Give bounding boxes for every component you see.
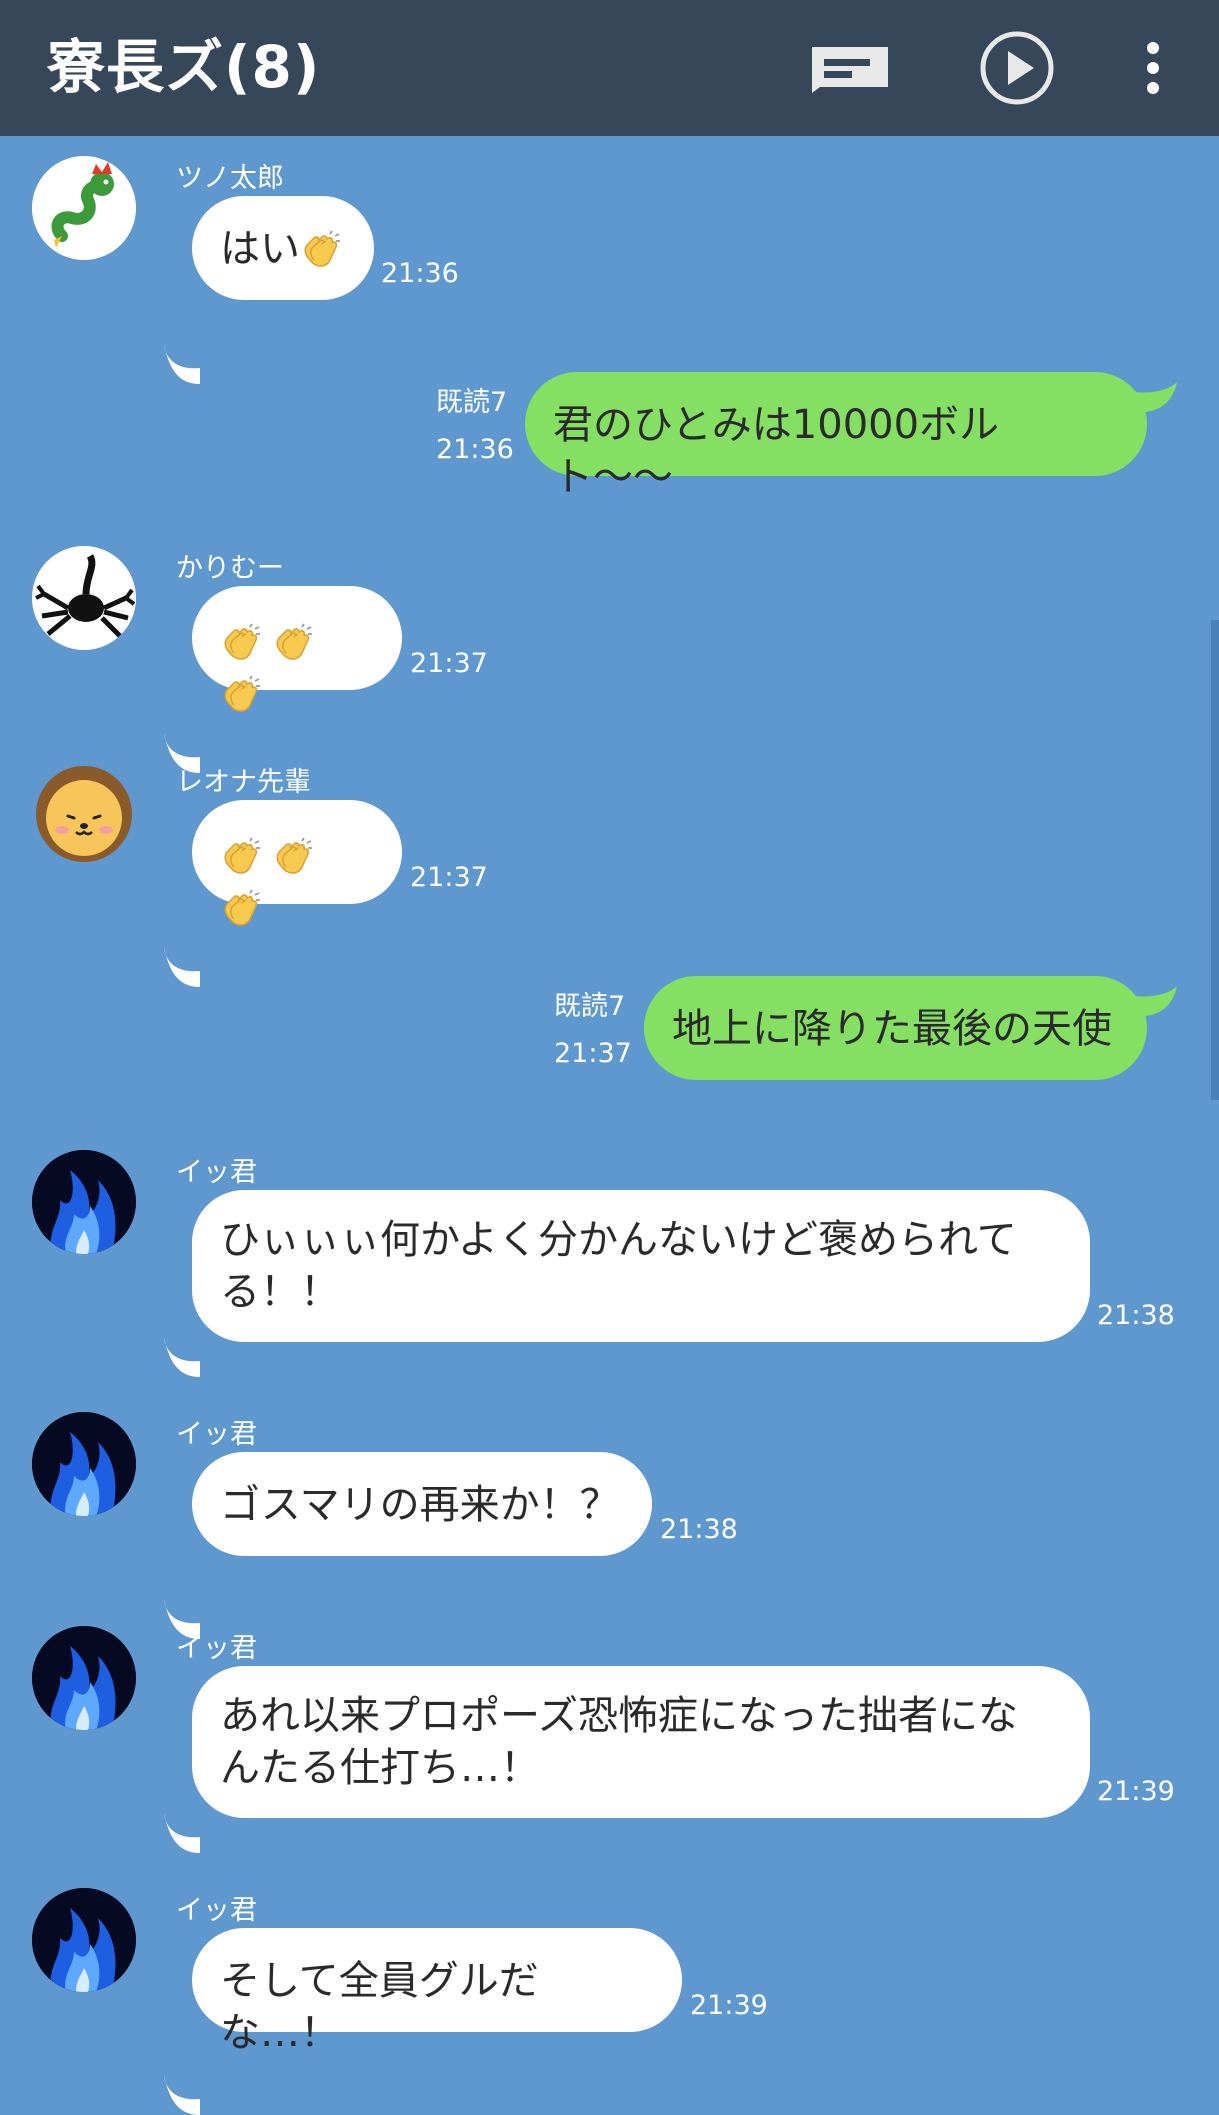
- message-text: 地上に降りた最後の天使: [672, 1006, 1112, 1052]
- clap-emoji: [220, 837, 262, 879]
- sender-name: イッ君: [176, 1419, 257, 1450]
- message-bubble[interactable]: あれ以来プロポーズ恐怖症になった拙者にな んたる仕打ち…！: [192, 1666, 1090, 1818]
- blue-flame-icon: [32, 1150, 136, 1254]
- blue-flame-icon: [32, 1412, 136, 1516]
- blue-flame-avatar[interactable]: [32, 1888, 136, 1992]
- dragon-icon: [32, 156, 136, 260]
- lion-icon: [36, 766, 132, 862]
- message-text: ゴスマリの再来か！？: [220, 1482, 620, 1528]
- sender-name: イッ君: [176, 1633, 257, 1664]
- play-button[interactable]: [967, 18, 1067, 118]
- blue-flame-avatar[interactable]: [32, 1150, 136, 1254]
- message-bubble[interactable]: 君のひとみは10000ボルト〜〜: [525, 372, 1147, 500]
- clap-emoji: [300, 230, 342, 272]
- timestamp: 21:36: [381, 258, 459, 289]
- message-bubble[interactable]: はい: [192, 196, 374, 300]
- message-text-line: んたる仕打ち…！: [220, 1745, 540, 1791]
- clap-emoji: [272, 623, 314, 665]
- timestamp: 21:38: [660, 1514, 738, 1545]
- dragon-avatar[interactable]: [32, 156, 136, 260]
- scorpion-avatar[interactable]: [32, 546, 136, 650]
- message-text-line: あれ以来プロポーズ恐怖症になった拙者にな: [220, 1693, 1018, 1739]
- more-vert-icon: [1147, 42, 1159, 94]
- sender-name: イッ君: [176, 1157, 257, 1188]
- clap-emoji: [220, 889, 262, 931]
- bubble-tail: [1135, 382, 1177, 413]
- message-bubble[interactable]: [192, 800, 402, 904]
- timestamp: 21:37: [410, 862, 488, 893]
- more-options-button[interactable]: [1103, 18, 1203, 118]
- timestamp: 21:37: [554, 1038, 632, 1069]
- blue-flame-avatar[interactable]: [32, 1412, 136, 1516]
- timestamp: 21:39: [690, 1990, 768, 2021]
- message-bubble[interactable]: ひぃぃぃ何かよく分かんないけど褒められて る！！: [192, 1190, 1090, 1342]
- blue-flame-icon: [32, 1626, 136, 1730]
- blue-flame-avatar[interactable]: [32, 1626, 136, 1730]
- message-text-line: ひぃぃぃ何かよく分かんないけど褒められて: [220, 1217, 1017, 1263]
- sender-name: レオナ先輩: [176, 767, 311, 798]
- timestamp: 21:39: [1097, 1776, 1175, 1807]
- bubble-tail: [164, 1813, 200, 1853]
- sender-name: イッ君: [176, 1895, 257, 1926]
- timestamp: 21:36: [436, 434, 514, 465]
- message-text: 君のひとみは10000ボルト〜〜: [553, 402, 1000, 500]
- scorpion-icon: [32, 546, 136, 650]
- message-text-line: る！！: [220, 1269, 340, 1315]
- bubble-tail: [164, 1337, 200, 1377]
- chat-header: 寮長ズ(8): [0, 0, 1219, 136]
- lion-avatar[interactable]: [32, 760, 136, 864]
- message-text: はい: [220, 226, 300, 272]
- bubble-tail: [164, 344, 200, 384]
- timestamp: 21:38: [1097, 1300, 1175, 1331]
- blue-flame-icon: [32, 1888, 136, 1992]
- sender-name: かりむー: [176, 553, 284, 584]
- bubble-tail: [164, 2075, 200, 2115]
- message-bubble[interactable]: [192, 586, 402, 690]
- note-icon: [812, 47, 888, 93]
- clap-emoji: [220, 675, 262, 717]
- message-text: そして全員グルだな…！: [220, 1958, 539, 2056]
- chat-title: 寮長ズ(8): [47, 33, 321, 101]
- chat-area[interactable]: ツノ太郎 はい 21:36 既読7 21:36 君のひとみは10000ボルト〜〜: [0, 136, 1219, 2115]
- timestamp: 21:37: [410, 648, 488, 679]
- read-receipt: 既読7: [554, 991, 626, 1022]
- message-bubble[interactable]: そして全員グルだな…！: [192, 1928, 682, 2056]
- play-icon: [980, 31, 1054, 105]
- bubble-tail: [164, 947, 200, 987]
- read-receipt: 既読7: [436, 387, 508, 418]
- message-bubble[interactable]: 地上に降りた最後の天使: [644, 976, 1147, 1080]
- message-bubble[interactable]: ゴスマリの再来か！？: [192, 1452, 652, 1556]
- scrollbar[interactable]: [1211, 620, 1219, 1100]
- sender-name: ツノ太郎: [176, 163, 284, 194]
- clap-emoji: [220, 623, 262, 665]
- bubble-tail: [1135, 986, 1177, 1017]
- clap-emoji: [272, 837, 314, 879]
- note-button[interactable]: [800, 18, 900, 118]
